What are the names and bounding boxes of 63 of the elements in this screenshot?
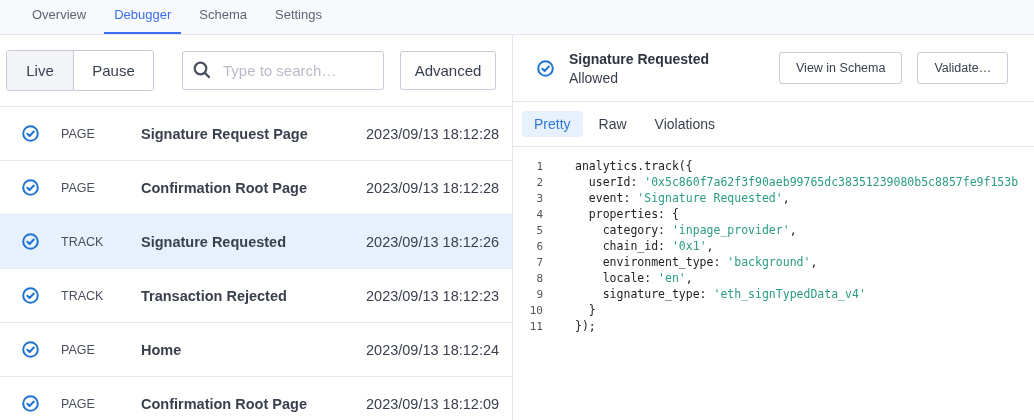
event-type: TRACK	[61, 288, 105, 303]
event-type: PAGE	[61, 396, 96, 411]
code-line: chain_id: '0x1',	[601, 239, 714, 253]
line-number: 5	[535, 223, 543, 237]
check-circle-icon	[22, 341, 39, 358]
nav-tab[interactable]: Settings	[265, 0, 332, 34]
code-line: userId: '0x5c860f7a62f3f90aeb99765dc38351239080b5c8857fe9f153b	[587, 175, 1019, 189]
code-line: properties: {	[587, 207, 679, 221]
line-number: 11	[528, 319, 543, 333]
search-field[interactable]: Type to search…	[182, 51, 384, 90]
line-number: 9	[535, 287, 543, 301]
event-name: Signature Request Page	[141, 125, 309, 142]
event-name: Confirmation Root Page	[141, 179, 308, 196]
code-line: }	[587, 303, 596, 317]
event-type: PAGE	[61, 126, 96, 141]
advanced-button[interactable]: Advanced	[400, 51, 496, 90]
event-time: 2023/09/13 18:12:24	[366, 341, 500, 358]
event-type: PAGE	[61, 342, 96, 357]
event-type: PAGE	[61, 180, 96, 195]
code-line: locale: 'en',	[601, 271, 693, 285]
event-time: 2023/09/13 18:12:26	[366, 233, 500, 250]
event-time: 2023/09/13 18:12:09	[366, 395, 500, 412]
line-number: 10	[528, 303, 543, 317]
code-line: event: 'Signature Requested',	[587, 191, 790, 205]
nav-tab[interactable]: Schema	[189, 0, 257, 34]
code-line: });	[575, 319, 596, 333]
view-tab[interactable]: Violations	[642, 111, 728, 137]
code-line: signature_type: 'eth_signTypedData_v4'	[601, 287, 866, 301]
line-number: 6	[535, 239, 543, 253]
event-time: 2023/09/13 18:12:23	[366, 287, 500, 304]
check-circle-icon	[22, 233, 39, 250]
line-number: 8	[535, 271, 543, 285]
event-name: Transaction Rejected	[141, 287, 288, 304]
code-line: category: 'inpage_provider',	[601, 223, 797, 237]
event-name: Confirmation Root Page	[141, 395, 308, 412]
check-circle-icon	[22, 395, 39, 412]
event-time: 2023/09/13 18:12:28	[366, 125, 500, 142]
check-circle-icon	[537, 59, 554, 77]
event-status: Allowed	[569, 69, 620, 86]
check-circle-icon	[22, 287, 39, 304]
event-time: 2023/09/13 18:12:28	[366, 179, 500, 196]
mode-button[interactable]: Pause	[73, 51, 153, 90]
line-number: 7	[535, 255, 543, 269]
check-circle-icon	[22, 179, 39, 196]
line-number: 4	[535, 207, 543, 221]
line-number: 2	[535, 175, 543, 189]
nav-tab[interactable]: Overview	[22, 0, 97, 34]
event-title: Signature Requested	[569, 50, 711, 67]
nav-tab[interactable]: Debugger	[104, 0, 182, 34]
view-tab[interactable]: Raw	[586, 111, 639, 137]
event-name: Home	[141, 341, 183, 358]
mode-button[interactable]: Live	[7, 51, 73, 90]
action-button[interactable]: View in Schema	[779, 52, 903, 84]
event-row[interactable]: TRACK Signature Requested 2023/09/13 18:12:26	[0, 215, 512, 269]
code-line: environment_type: 'background',	[601, 255, 818, 269]
event-name: Signature Requested	[141, 233, 288, 250]
action-button[interactable]: Validate…	[917, 52, 1009, 84]
line-number: 3	[535, 191, 543, 205]
event-type: TRACK	[61, 234, 105, 249]
line-number: 1	[535, 159, 543, 173]
view-tab[interactable]: Pretty	[522, 111, 583, 137]
code-line: analytics.track({	[575, 159, 693, 173]
check-circle-icon	[22, 125, 39, 142]
